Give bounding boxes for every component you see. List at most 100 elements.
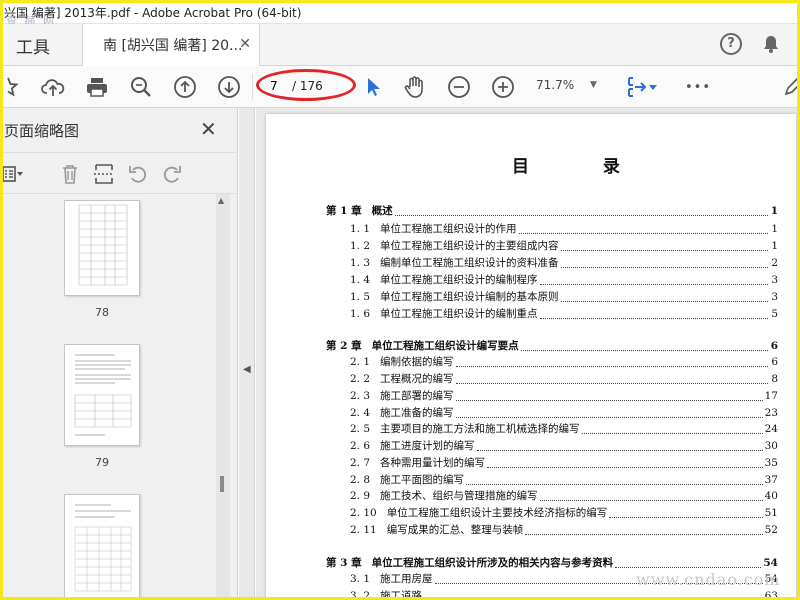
toc-entry[interactable]: 2. 1 编制依据的编写 6 <box>350 354 778 370</box>
toc-page-number: 40 <box>764 490 778 502</box>
toc-leader <box>560 250 768 251</box>
thumbnail-scrollbar[interactable]: ▲ <box>216 194 230 600</box>
toc-entry[interactable]: 2. 10 单位工程施工组织设计主要技术经济指标的编写 51 <box>350 505 778 521</box>
toc-entry[interactable]: 3. 2 施工道路 63 <box>350 588 778 600</box>
toc-number: 第 1 章 <box>326 205 362 217</box>
toc-chapter[interactable]: 第 2 章单位工程施工组织设计编写要点 6 <box>326 338 778 354</box>
toc-number: 2. 4 <box>350 407 371 419</box>
toc-chapter[interactable]: 第 1 章概述 1 <box>326 203 778 219</box>
delete-page-icon[interactable] <box>58 162 82 186</box>
previous-page-icon[interactable] <box>172 74 198 100</box>
page-thumbnail[interactable] <box>64 344 140 446</box>
thumbnail-options-icon[interactable] <box>0 162 24 186</box>
toc-page-number: 1 <box>771 240 778 252</box>
toc-entry[interactable]: 1. 6 单位工程施工组织设计的编制重点 5 <box>350 306 778 322</box>
bell-icon[interactable] <box>760 33 782 55</box>
toc-number: 2. 6 <box>350 440 371 452</box>
toc-text: 单位工程施工组织设计的作用 <box>380 223 517 235</box>
rotate-clockwise-icon[interactable] <box>160 162 184 186</box>
toc-page-number: 37 <box>764 474 778 486</box>
zoom-out-icon[interactable] <box>446 74 472 100</box>
tab-tools[interactable]: 工具 <box>0 24 80 66</box>
scroll-up-icon[interactable]: ▲ <box>218 196 224 205</box>
toc-entry[interactable]: 1. 5 单位工程施工组织设计编制的基本原则 3 <box>350 289 778 305</box>
close-tab-icon[interactable]: ✕ <box>239 36 251 52</box>
toc-entry[interactable]: 2. 11 编写成果的汇总、整理与装帧 52 <box>350 522 778 538</box>
toc-leader <box>518 233 768 234</box>
toc-text: 施工部署的编写 <box>380 390 454 402</box>
fit-page-icon[interactable] <box>624 74 650 100</box>
insert-page-icon[interactable] <box>92 162 116 186</box>
toc-text: 单位工程施工组织设计主要技术经济指标的编写 <box>386 507 608 519</box>
document-view[interactable]: 目 录 第 1 章概述 1 1. 1 单位工程施工组织设计的作用 1 1. 2 单位工程施工… <box>256 108 800 600</box>
toc-text: 编制单位工程施工组织设计的资料准备 <box>380 257 559 269</box>
toc-chapter[interactable]: 第 3 章单位工程施工组织设计所涉及的相关内容与参考资料 54 <box>326 555 778 571</box>
panel-collapse-handle[interactable]: ◀ <box>239 108 255 600</box>
collapse-arrow-icon[interactable]: ◀ <box>243 364 251 375</box>
toc-leader <box>560 267 768 268</box>
toc-page-number: 8 <box>771 373 778 385</box>
page-thumbnail[interactable] <box>64 494 140 600</box>
toc-leader <box>525 534 763 535</box>
toolbar-divider <box>252 74 253 100</box>
toc-number: 2. 7 <box>350 457 371 469</box>
page-thumbnail[interactable] <box>64 200 140 296</box>
toc-leader <box>539 318 768 319</box>
page-thumbnails-panel: 页面缩略图 ✕ 78 79 ▲ <box>0 108 238 600</box>
toc-leader <box>539 284 768 285</box>
zoom-search-icon[interactable] <box>128 74 154 100</box>
toc-text: 施工道路 <box>380 590 423 600</box>
toc-entry[interactable]: 2. 9 施工技术、组织与管理措施的编写 40 <box>350 488 778 504</box>
toc-leader <box>455 383 768 384</box>
toc-entry[interactable]: 2. 2 工程概况的编写 8 <box>350 371 778 387</box>
next-page-icon[interactable] <box>216 74 242 100</box>
upload-cloud-icon[interactable] <box>40 74 66 100</box>
toc-page-number: 1 <box>770 205 778 217</box>
help-icon[interactable]: ? <box>720 33 742 55</box>
zoom-in-icon[interactable] <box>490 74 516 100</box>
toc-page-number: 6 <box>770 340 778 352</box>
toc-number: 2. 11 <box>350 524 377 536</box>
hand-tool-icon[interactable] <box>402 74 428 100</box>
toc-entry[interactable]: 1. 4 单位工程施工组织设计的编制程序 3 <box>350 272 778 288</box>
toc-page-number: 2 <box>771 257 778 269</box>
toc-number: 1. 6 <box>350 308 371 320</box>
toc-entry[interactable]: 1. 3 编制单位工程施工组织设计的资料准备 2 <box>350 255 778 271</box>
pen-icon[interactable] <box>780 74 800 100</box>
zoom-level[interactable]: 71.7% <box>536 78 574 92</box>
toc-entry[interactable]: 1. 2 单位工程施工组织设计的主要组成内容 1 <box>350 238 778 254</box>
toc-number: 1. 2 <box>350 240 371 252</box>
toc-entry[interactable]: 1. 1 单位工程施工组织设计的作用 1 <box>350 221 778 237</box>
toc-entry[interactable]: 2. 5 主要项目的施工方法和施工机械选择的编写 24 <box>350 421 778 437</box>
toc-entry[interactable]: 2. 8 施工平面图的编写 37 <box>350 472 778 488</box>
toc-leader <box>455 400 763 401</box>
toc-entry[interactable]: 2. 7 各种需用量计划的编写 35 <box>350 455 778 471</box>
star-icon[interactable] <box>0 74 26 100</box>
scroll-thumb[interactable] <box>220 476 224 492</box>
toc-page-number: 63 <box>764 590 778 600</box>
zoom-dropdown-icon[interactable]: ▼ <box>590 80 597 90</box>
select-cursor-icon[interactable] <box>360 74 386 100</box>
toc-leader <box>539 500 763 501</box>
toc-number: 第 2 章 <box>326 340 362 352</box>
toc-page-number: 17 <box>764 390 778 402</box>
more-tools-icon[interactable]: ••• <box>684 74 712 100</box>
panel-close-icon[interactable]: ✕ <box>200 117 217 141</box>
panel-title: 页面缩略图 <box>4 122 80 140</box>
main-toolbar: ••• <box>0 66 800 108</box>
toc-number: 2. 9 <box>350 490 371 502</box>
toc-page-number: 1 <box>771 223 778 235</box>
toc-leader <box>455 417 763 418</box>
fit-dropdown-icon[interactable] <box>648 74 658 100</box>
tab-document[interactable]: 南 [胡兴国 编著] 20... ✕ <box>82 24 260 66</box>
toc-text: 施工进度计划的编写 <box>380 440 475 452</box>
toc-page-number: 35 <box>764 457 778 469</box>
print-icon[interactable] <box>84 74 110 100</box>
toc-entry[interactable]: 2. 6 施工进度计划的编写 30 <box>350 438 778 454</box>
toc-text: 编写成果的汇总、整理与装帧 <box>386 524 524 536</box>
toc-entry[interactable]: 2. 3 施工部署的编写 17 <box>350 388 778 404</box>
rotate-counterclockwise-icon[interactable] <box>126 162 150 186</box>
toc-entry[interactable]: 2. 4 施工准备的编写 23 <box>350 405 778 421</box>
toc-number: 2. 5 <box>350 423 371 435</box>
toc-leader <box>394 215 768 216</box>
